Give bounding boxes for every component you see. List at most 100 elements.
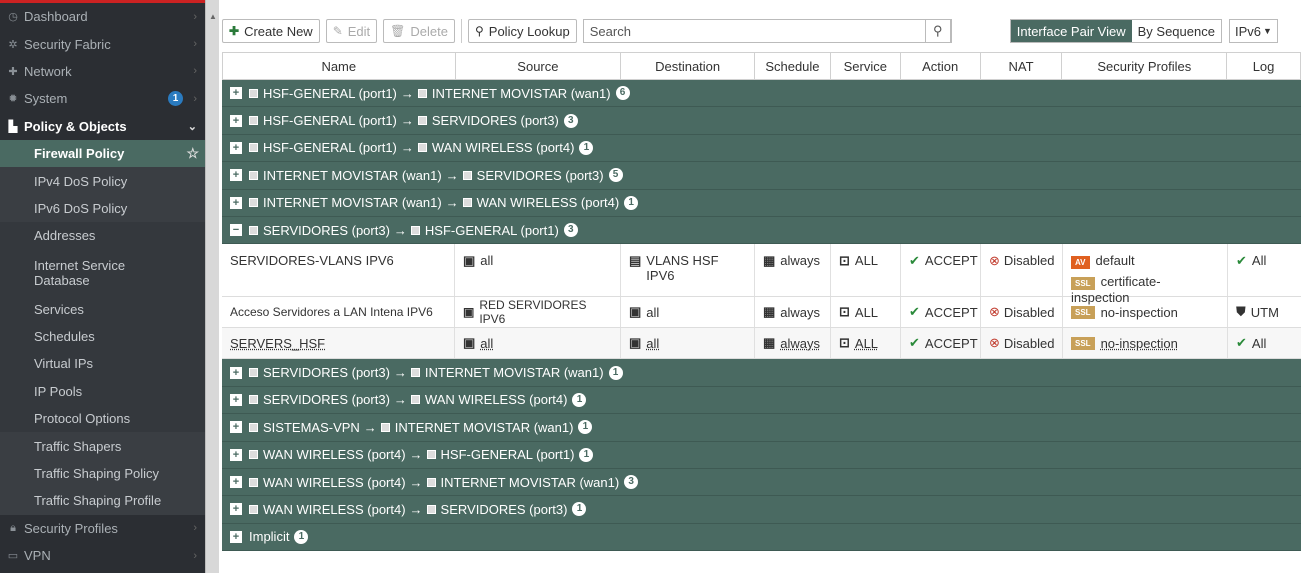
col-log[interactable]: Log bbox=[1227, 53, 1300, 79]
group-row[interactable]: + SISTEMAS-VPN → INTERNET MOVISTAR (wan1) 1 bbox=[222, 414, 1301, 442]
expand-icon[interactable]: + bbox=[230, 196, 242, 209]
col-service[interactable]: Service bbox=[831, 53, 901, 79]
expand-icon[interactable]: + bbox=[230, 87, 242, 100]
source-value[interactable]: all bbox=[480, 336, 493, 351]
sidebar-subitem-ip-pools[interactable]: IP Pools bbox=[0, 377, 205, 406]
sidebar-subitem-ipv6-dos[interactable]: IPv6 DoS Policy bbox=[0, 194, 205, 223]
table-row[interactable]: Acceso Servidores a LAN Intena IPV6 ▣ RED… bbox=[222, 297, 1301, 329]
count-badge: 1 bbox=[294, 529, 309, 544]
policy-action: ✔ ACCEPT bbox=[901, 244, 981, 297]
col-nat[interactable]: NAT bbox=[981, 53, 1063, 79]
sidebar-subitem-firewall-policy[interactable]: Firewall Policy ☆ bbox=[0, 139, 205, 168]
group-destination: SERVIDORES (port3) bbox=[431, 113, 559, 129]
port-icon bbox=[417, 143, 427, 153]
expand-icon[interactable]: + bbox=[230, 421, 242, 434]
delete-button[interactable]: 🗑︎ Delete bbox=[383, 19, 455, 43]
group-row[interactable]: − SERVIDORES (port3) → HSF-GENERAL (port1) 3 bbox=[222, 216, 1301, 245]
group-row-implicit[interactable]: + Implicit 1 bbox=[222, 523, 1301, 552]
sidebar-subitem-label: Addresses bbox=[34, 228, 96, 244]
lock-icon: 🔒︎ bbox=[10, 521, 16, 534]
expand-icon[interactable]: + bbox=[230, 530, 242, 543]
group-row[interactable]: + HSF-GENERAL (port1) → INTERNET MOVISTAR (… bbox=[222, 80, 1301, 108]
sidebar-subitem-label: Traffic Shaping Profile bbox=[34, 493, 162, 509]
col-destination[interactable]: Destination bbox=[621, 53, 755, 79]
policy-lookup-button[interactable]: ⚲ Policy Lookup bbox=[467, 19, 577, 43]
edit-button[interactable]: ✎ Edit bbox=[325, 19, 378, 43]
expand-icon[interactable]: + bbox=[230, 393, 242, 406]
group-row[interactable]: + INTERNET MOVISTAR (wan1) → SERVIDORES (po… bbox=[222, 162, 1301, 190]
create-new-button[interactable]: ✚ Create New bbox=[222, 19, 320, 43]
star-icon[interactable]: ☆ bbox=[186, 145, 199, 162]
policy-icon: ▙ bbox=[8, 120, 18, 133]
group-row[interactable]: + SERVIDORES (port3) → WAN WIRELESS (port4)… bbox=[222, 386, 1301, 415]
delete-label: Delete bbox=[410, 23, 448, 39]
port-icon bbox=[249, 368, 258, 378]
group-row[interactable]: + WAN WIRELESS (port4) → SERVIDORES (port3)… bbox=[222, 496, 1301, 524]
service-icon: ⊡ bbox=[839, 335, 850, 351]
sidebar-subitem-ipv4-dos[interactable]: IPv4 DoS Policy bbox=[0, 167, 205, 195]
sidebar-scrollbar[interactable]: ▲ bbox=[205, 0, 219, 573]
schedule-value[interactable]: always bbox=[780, 336, 820, 351]
port-icon bbox=[249, 198, 258, 208]
group-row[interactable]: + WAN WIRELESS (port4) → HSF-GENERAL (port1… bbox=[222, 441, 1301, 469]
col-source[interactable]: Source bbox=[456, 53, 622, 79]
expand-icon[interactable]: + bbox=[230, 366, 242, 379]
sidebar-item-policy-objects[interactable]: ▙ Policy & Objects ⌄ bbox=[0, 113, 205, 140]
policy-action: ✔ ACCEPT bbox=[901, 297, 981, 328]
sidebar-subitem-schedules[interactable]: Schedules bbox=[0, 322, 205, 351]
arrow-right-icon: → bbox=[445, 167, 459, 183]
destination-value[interactable]: all bbox=[646, 336, 659, 351]
sidebar-subitem-services[interactable]: Services bbox=[0, 295, 205, 323]
schedule-value: always bbox=[780, 253, 821, 269]
by-sequence-button[interactable]: By Sequence bbox=[1132, 20, 1221, 42]
group-row[interactable]: + SERVIDORES (port3) → INTERNET MOVISTAR (w… bbox=[222, 359, 1301, 387]
sidebar-subitem-traffic-shaping-policy[interactable]: Traffic Shaping Policy bbox=[0, 459, 205, 488]
ip-version-dropdown[interactable]: IPv6 ▼ bbox=[1228, 19, 1278, 43]
check-circle-icon: ✔ bbox=[1236, 335, 1247, 351]
sidebar-item-system[interactable]: ✹ System 1 › bbox=[0, 85, 205, 112]
expand-icon[interactable]: + bbox=[230, 114, 242, 127]
sidebar-subitem-addresses[interactable]: Addresses bbox=[0, 222, 205, 250]
chevron-right-icon: › bbox=[193, 65, 197, 78]
sidebar-subitem-traffic-shaping-profile[interactable]: Traffic Shaping Profile bbox=[0, 487, 205, 515]
chevron-right-icon: › bbox=[193, 522, 197, 535]
collapse-icon[interactable]: − bbox=[230, 224, 242, 237]
group-row[interactable]: + HSF-GENERAL (port1) → WAN WIRELESS (port4… bbox=[222, 134, 1301, 163]
sidebar-subitem-internet-service-db[interactable]: Internet Service Database bbox=[0, 249, 205, 296]
chevron-right-icon: › bbox=[193, 549, 197, 562]
profile-value[interactable]: no-inspection bbox=[1101, 336, 1178, 351]
count-badge: 5 bbox=[608, 168, 623, 183]
expand-icon[interactable]: + bbox=[230, 141, 242, 154]
expand-icon[interactable]: + bbox=[230, 476, 242, 489]
sidebar-subitem-traffic-shapers[interactable]: Traffic Shapers bbox=[0, 432, 205, 460]
search-icon[interactable]: ⚲ bbox=[924, 19, 951, 43]
sidebar-subitem-virtual-ips[interactable]: Virtual IPs bbox=[0, 350, 205, 378]
sidebar-subitem-label: Traffic Shaping Policy bbox=[34, 466, 160, 482]
nat-value: Disabled bbox=[1003, 335, 1055, 351]
service-value: ALL bbox=[854, 253, 879, 269]
group-row[interactable]: + INTERNET MOVISTAR (wan1) → WAN WIRELESS (… bbox=[222, 189, 1301, 217]
sidebar-item-vpn[interactable]: ▭ VPN › bbox=[0, 542, 205, 569]
col-name[interactable]: Name bbox=[223, 53, 456, 79]
table-row[interactable]: SERVERS_HSF ▣ all ▣ all ▦ always ⊡ ALL ✔ ACCE… bbox=[222, 328, 1301, 360]
col-action[interactable]: Action bbox=[901, 53, 981, 79]
expand-icon[interactable]: + bbox=[230, 448, 242, 461]
expand-icon[interactable]: + bbox=[230, 169, 242, 182]
table-row[interactable]: SERVIDORES-VLANS IPV6 ▣ all ▤ VLANS HSF IP… bbox=[222, 244, 1301, 305]
expand-icon[interactable]: + bbox=[230, 503, 242, 516]
scroll-up-icon[interactable]: ▲ bbox=[209, 12, 217, 21]
sidebar-item-dashboard[interactable]: ◷ Dashboard › bbox=[0, 3, 205, 30]
policy-name-link[interactable]: SERVERS_HSF bbox=[230, 336, 325, 351]
interface-pair-view-button[interactable]: Interface Pair View bbox=[1010, 20, 1132, 42]
group-row[interactable]: + WAN WIRELESS (port4) → INTERNET MOVISTAR … bbox=[222, 468, 1301, 497]
group-row[interactable]: + HSF-GENERAL (port1) → SERVIDORES (port3) 3 bbox=[222, 107, 1301, 135]
col-security-profiles[interactable]: Security Profiles bbox=[1062, 53, 1228, 79]
sidebar-item-security-fabric[interactable]: ✲ Security Fabric › bbox=[0, 30, 205, 57]
sidebar-subitem-protocol-options[interactable]: Protocol Options bbox=[0, 405, 205, 433]
count-badge: 1 bbox=[608, 365, 623, 380]
search-input[interactable]: Search ⚲ bbox=[582, 19, 952, 43]
service-value[interactable]: ALL bbox=[855, 336, 878, 351]
sidebar-item-security-profiles[interactable]: 🔒︎ Security Profiles › bbox=[0, 515, 205, 542]
sidebar-item-network[interactable]: ✚ Network › bbox=[0, 58, 205, 85]
col-schedule[interactable]: Schedule bbox=[755, 53, 831, 79]
